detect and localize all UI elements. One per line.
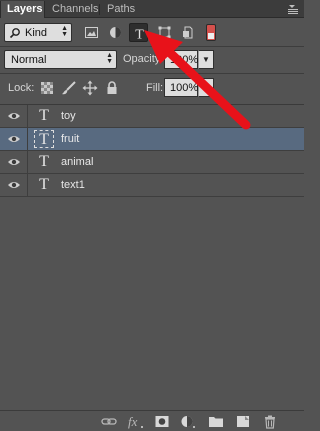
text-layer-thumbnail-icon: T — [39, 176, 49, 193]
opacity-dropdown-button[interactable]: ▼ — [198, 50, 214, 69]
visibility-cell[interactable] — [0, 174, 28, 196]
layer-name[interactable]: animal — [61, 156, 93, 168]
layer-name[interactable]: toy — [61, 110, 76, 122]
lock-transparent-icon[interactable] — [39, 80, 55, 96]
panel-tab-bar: Layers Channels Paths — [0, 0, 304, 18]
chevron-updown-icon: ▲ ▼ — [106, 52, 113, 65]
filter-kind-select[interactable]: Kind ▲ ▼ — [4, 23, 72, 42]
tab-divider — [99, 4, 100, 15]
type-filter-icon[interactable]: T — [129, 23, 148, 42]
trash-icon[interactable] — [262, 414, 278, 429]
eye-icon[interactable] — [7, 134, 21, 144]
lock-image-icon[interactable] — [61, 80, 77, 96]
lock-all-icon[interactable] — [104, 80, 120, 96]
shape-filter-icon[interactable] — [155, 23, 174, 42]
fx-icon[interactable]: fx — [127, 414, 145, 429]
layer-row-animal[interactable]: T animal — [0, 151, 304, 174]
fill-label: Fill: — [146, 82, 164, 94]
text-layer-thumbnail-icon: T — [39, 153, 49, 170]
lock-position-icon[interactable] — [82, 80, 98, 96]
layer-row-toy[interactable]: T toy — [0, 105, 304, 128]
visibility-cell[interactable] — [0, 105, 28, 127]
new-layer-icon[interactable] — [235, 414, 251, 429]
lock-label: Lock: — [8, 82, 35, 94]
search-icon — [9, 27, 21, 42]
layer-list: T toy T fruit T animal T text1 — [0, 104, 304, 197]
group-folder-icon[interactable] — [208, 414, 224, 429]
eye-icon[interactable] — [7, 180, 21, 190]
svg-text:T: T — [135, 28, 144, 42]
fill-dropdown-button[interactable]: ▼ — [198, 78, 214, 97]
blend-mode-select[interactable]: Normal ▲ ▼ — [4, 50, 117, 69]
layers-footer-toolbar: fx — [0, 410, 304, 431]
adjustment-filter-icon[interactable] — [106, 23, 125, 42]
text-layer-thumbnail-icon: T — [39, 107, 49, 124]
visibility-cell[interactable] — [0, 151, 28, 173]
layer-filter-row: Kind ▲ ▼ T — [0, 18, 304, 46]
layer-name[interactable]: text1 — [61, 179, 85, 191]
mask-icon[interactable] — [154, 414, 170, 429]
layers-panel: Layers Channels Paths Kind ▲ ▼ T Normal … — [0, 0, 304, 431]
opacity-input[interactable]: 100% — [164, 50, 198, 69]
tab-paths[interactable]: Paths — [101, 1, 141, 18]
eye-icon[interactable] — [7, 111, 21, 121]
opacity-label: Opacity: — [123, 53, 164, 65]
image-filter-icon[interactable] — [82, 23, 101, 42]
chevron-updown-icon: ▲ ▼ — [61, 25, 68, 38]
eye-icon[interactable] — [7, 157, 21, 167]
filter-kind-label: Kind — [25, 27, 48, 39]
adjustment-layer-icon[interactable] — [180, 414, 196, 429]
visibility-cell[interactable] — [0, 128, 28, 150]
link-icon[interactable] — [101, 414, 117, 429]
blend-row: Normal ▲ ▼ Opacity: 100% ▼ — [0, 47, 304, 73]
layer-row-fruit[interactable]: T fruit — [0, 128, 304, 151]
layer-row-text1[interactable]: T text1 — [0, 174, 304, 197]
smart-object-filter-icon[interactable] — [179, 23, 198, 42]
blend-mode-value: Normal — [11, 54, 47, 66]
svg-text:fx: fx — [128, 414, 138, 429]
fill-input[interactable]: 100% — [164, 78, 198, 97]
filter-toggle-switch[interactable] — [206, 24, 216, 41]
tab-layers[interactable]: Layers — [0, 1, 45, 18]
panel-menu-icon[interactable] — [286, 3, 300, 15]
layer-name[interactable]: fruit — [61, 133, 79, 145]
tab-channels[interactable]: Channels — [46, 1, 104, 18]
lock-row: Lock: Fill: 100% ▼ — [0, 74, 304, 102]
text-layer-thumbnail-icon: T — [34, 130, 54, 148]
